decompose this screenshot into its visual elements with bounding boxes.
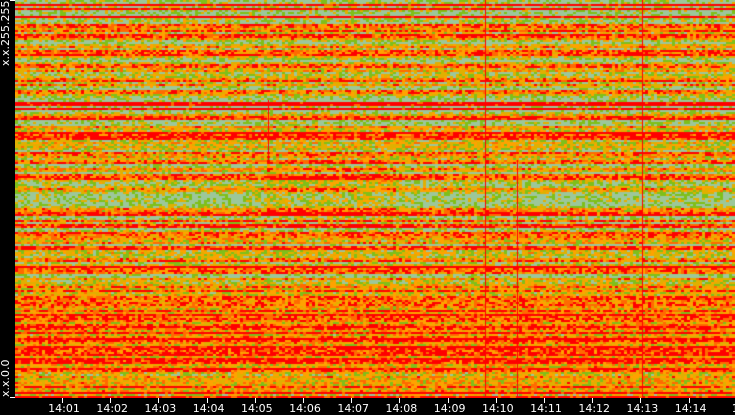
x-tick-label: 14:04 — [192, 402, 225, 415]
y-label-top: x.x.255.255 — [0, 0, 12, 66]
x-tick-label: 14:10 — [481, 402, 514, 415]
x-tick-label: 14:13 — [626, 402, 659, 415]
y-tick-bottom — [10, 397, 15, 398]
x-tick-label: 14:02 — [96, 402, 129, 415]
x-tick-label: 14:09 — [433, 402, 466, 415]
x-tick-label: 14:05 — [240, 402, 273, 415]
x-tick-label: 14:03 — [144, 402, 177, 415]
x-tick-label: 14:11 — [530, 402, 562, 415]
x-tick-label: 14:01 — [48, 402, 80, 415]
y-label-bottom: x.x.0.0 — [0, 359, 12, 397]
x-tick-label: 14:06 — [289, 402, 321, 415]
x-tick-label: 14:14 — [674, 402, 707, 415]
heatmap-canvas — [15, 0, 735, 398]
x-tick-label: 14:08 — [385, 402, 418, 415]
x-tick-label: 14:07 — [337, 402, 370, 415]
x-tick-label: 14:12 — [578, 402, 611, 415]
